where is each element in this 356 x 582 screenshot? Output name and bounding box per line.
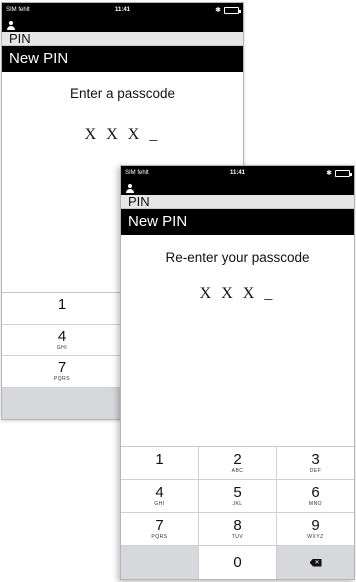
passcode-prompt: Enter a passcode [69, 86, 176, 101]
backspace-icon: ✕ [309, 558, 322, 567]
key-number: 0 [233, 554, 242, 571]
key-number: 2 [233, 451, 242, 468]
keypad-row: 4 GHI 5 JKL 6 MNO [121, 480, 354, 513]
status-right: ✱ [326, 169, 352, 177]
key-blank [121, 546, 199, 579]
bluetooth-icon: ✱ [326, 170, 332, 177]
passcode-entry: X X X _ [84, 126, 161, 143]
bluetooth-icon: ✱ [215, 7, 221, 14]
key-4[interactable]: 4 GHI [2, 324, 123, 355]
keypad: 1 2 ABC 3 DEF 4 GHI 5 JKL 6 MNO 7 PQRS 8… [121, 446, 354, 579]
key-number: 4 [155, 484, 164, 501]
keypad-row: 1 2 ABC 3 DEF [121, 447, 354, 480]
key-number: 9 [311, 517, 320, 534]
key-9[interactable]: 9 WXYZ [277, 513, 354, 545]
key-letters: ABC [231, 468, 244, 474]
section-label: PIN [2, 32, 243, 46]
battery-icon [335, 169, 352, 177]
key-letters: GHI [154, 501, 165, 507]
keypad-row: 0 ✕ [121, 546, 354, 579]
key-number: 6 [311, 484, 320, 501]
user-bar [2, 19, 243, 32]
status-right: ✱ [215, 6, 241, 14]
key-letters: WXYZ [307, 534, 324, 540]
user-bar [121, 182, 354, 195]
front-screen: SIM fehlt 11:41 ✱ PIN New PIN Re-enter y… [120, 165, 355, 580]
status-bar: SIM fehlt 11:41 ✱ [121, 166, 354, 182]
key-1[interactable]: 1 [2, 293, 123, 324]
key-0[interactable]: 0 [199, 546, 277, 579]
clock: 11:41 [229, 170, 245, 176]
section-label: PIN [121, 195, 354, 209]
passcode-entry: X X X _ [199, 285, 276, 302]
key-number: 8 [233, 517, 242, 534]
key-number: 1 [155, 451, 164, 468]
keypad-row: 7 PQRS 8 TUV 9 WXYZ [121, 513, 354, 546]
clock: 11:41 [114, 7, 130, 13]
key-number: 4 [57, 327, 67, 345]
key-6[interactable]: 6 MNO [277, 480, 354, 512]
key-blank [2, 387, 123, 419]
key-7[interactable]: 7 PQRS [121, 513, 199, 545]
key-letters: PQRS [53, 376, 71, 383]
user-icon[interactable] [126, 184, 134, 194]
key-letters: MNO [308, 501, 323, 507]
battery-icon [224, 6, 241, 14]
key-5[interactable]: 5 JKL [199, 480, 277, 512]
status-bar: SIM fehlt 11:41 ✱ [2, 3, 243, 19]
key-2[interactable]: 2 ABC [199, 447, 277, 479]
key-number: 1 [57, 296, 67, 314]
key-number: 5 [233, 484, 242, 501]
key-7[interactable]: 7 PQRS [2, 356, 123, 387]
key-4[interactable]: 4 GHI [121, 480, 199, 512]
page-title: New PIN [121, 209, 354, 235]
key-1[interactable]: 1 [121, 447, 199, 479]
key-letters: GHI [56, 344, 68, 351]
key-8[interactable]: 8 TUV [199, 513, 277, 545]
user-icon[interactable] [7, 21, 15, 31]
passcode-prompt: Re-enter your passcode [165, 250, 310, 265]
backspace-key[interactable]: ✕ [277, 546, 354, 579]
page-title: New PIN [2, 46, 243, 72]
key-number: 3 [311, 451, 320, 468]
key-letters: DEF [309, 468, 322, 474]
key-number: 7 [155, 517, 164, 534]
key-letters: PQRS [151, 534, 168, 540]
key-letters: TUV [231, 534, 244, 540]
key-number: 7 [57, 359, 67, 377]
key-letters: JKL [232, 501, 243, 507]
key-3[interactable]: 3 DEF [277, 447, 354, 479]
